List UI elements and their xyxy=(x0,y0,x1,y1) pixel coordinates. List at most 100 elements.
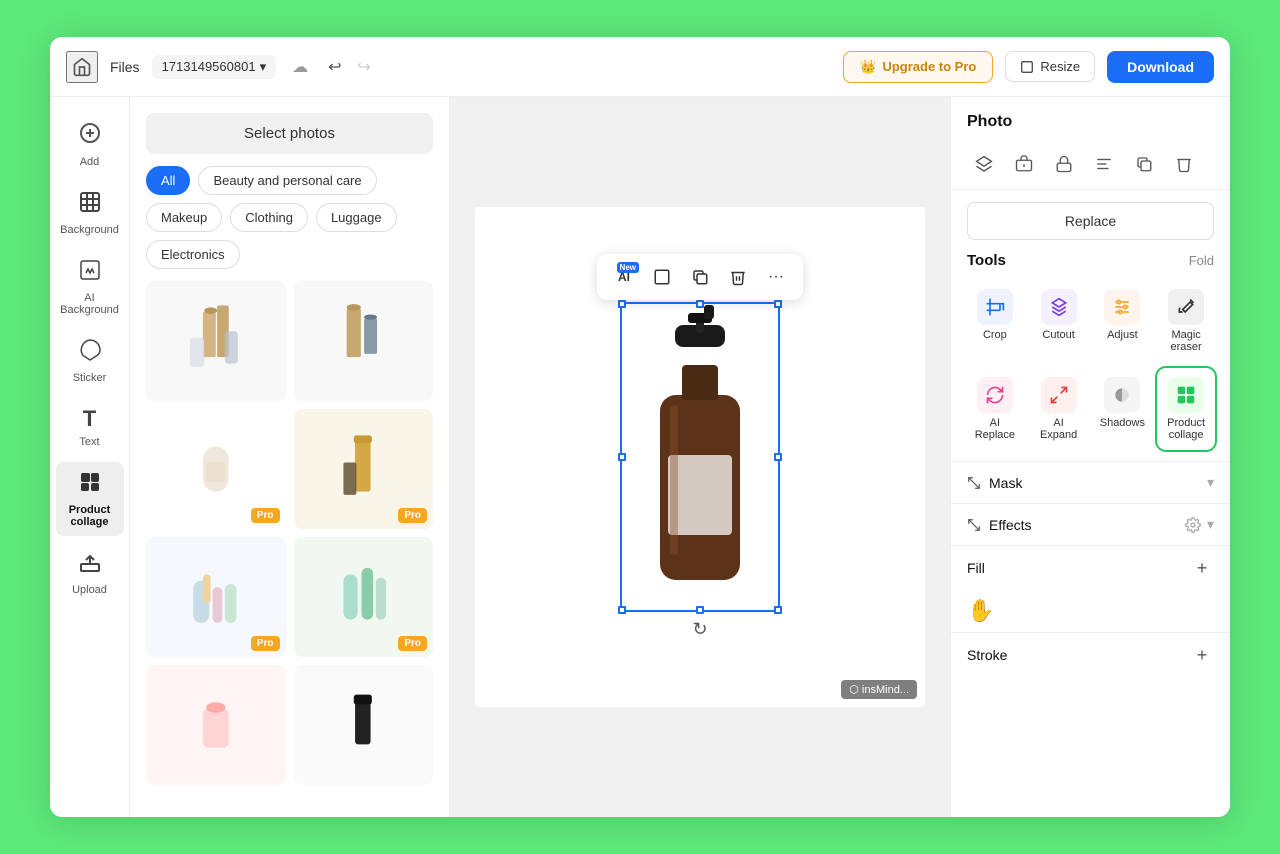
tool-ai-expand[interactable]: AI Expand xyxy=(1031,369,1087,449)
photo-panel: Select photos All Beauty and personal ca… xyxy=(130,97,450,817)
sidebar-item-add[interactable]: Add xyxy=(56,113,124,176)
product-bottle xyxy=(630,305,770,605)
effects-settings-icon xyxy=(1185,517,1201,533)
tool-shadows[interactable]: Shadows xyxy=(1095,369,1151,449)
select-photos-button[interactable]: Select photos xyxy=(146,113,433,154)
sidebar-item-ai-background[interactable]: AI Background xyxy=(56,250,124,324)
cutout-icon xyxy=(1041,289,1077,325)
right-panel-title: Photo xyxy=(951,97,1230,139)
mask-chevron: ▾ xyxy=(1207,474,1214,491)
frame-button[interactable] xyxy=(645,260,679,294)
product-collage-icon xyxy=(78,470,102,500)
sidebar-item-label: Text xyxy=(79,436,99,448)
fold-button[interactable]: Fold xyxy=(1189,253,1214,268)
fill-row[interactable]: Fill + xyxy=(951,545,1230,590)
undo-button[interactable]: ↩ xyxy=(324,53,345,81)
upgrade-button[interactable]: 👑 Upgrade to Pro xyxy=(843,51,993,83)
sidebar-item-background[interactable]: Background xyxy=(56,182,124,244)
files-label[interactable]: Files xyxy=(110,59,140,75)
sidebar-item-product-collage[interactable]: Product collage xyxy=(56,462,124,536)
rotate-handle[interactable]: ↻ xyxy=(692,619,707,640)
upload-icon xyxy=(78,550,102,580)
filter-clothing[interactable]: Clothing xyxy=(230,203,308,232)
tool-adjust[interactable]: Adjust xyxy=(1095,281,1151,361)
photo-item[interactable] xyxy=(146,665,286,785)
handle-tl[interactable] xyxy=(618,300,626,308)
filter-electronics[interactable]: Electronics xyxy=(146,240,240,269)
canvas-area[interactable]: AI New xyxy=(450,97,950,817)
hand-icon: ✋ xyxy=(967,598,994,623)
sidebar-item-label: Product collage xyxy=(64,504,116,528)
duplicate-button[interactable] xyxy=(683,260,717,294)
photo-item[interactable]: Pro xyxy=(294,537,434,657)
sidebar-item-label: Sticker xyxy=(73,372,107,384)
left-sidebar: Add Background xyxy=(50,97,130,817)
effects-section[interactable]: Effects ▾ xyxy=(951,503,1230,545)
mask-section[interactable]: Mask ▾ xyxy=(951,461,1230,503)
category-filters: All Beauty and personal care Makeup Clot… xyxy=(146,166,433,269)
replace-button[interactable]: Replace xyxy=(967,202,1214,240)
smart-button[interactable] xyxy=(1007,147,1041,181)
effects-icon xyxy=(967,518,981,532)
filter-all[interactable]: All xyxy=(146,166,190,195)
sticker-icon xyxy=(78,338,102,368)
sidebar-item-label: Add xyxy=(80,156,100,168)
tool-ai-replace[interactable]: AI Replace xyxy=(967,369,1023,449)
floating-toolbar: AI New xyxy=(597,254,803,300)
tools-label: Tools xyxy=(967,252,1006,269)
right-panel: Photo xyxy=(950,97,1230,817)
tool-crop[interactable]: Crop xyxy=(967,281,1023,361)
filter-beauty[interactable]: Beauty and personal care xyxy=(198,166,376,195)
photo-grid: Pro Pro xyxy=(146,281,433,785)
photo-item[interactable]: Pro xyxy=(146,409,286,529)
sidebar-item-label: Upload xyxy=(72,584,107,596)
handle-lm[interactable] xyxy=(618,453,626,461)
header: Files 1713149560801 ▾ ☁ ↩ ↪ 👑 Upgrade to… xyxy=(50,37,1230,97)
more-button[interactable]: ··· xyxy=(759,260,793,294)
sidebar-item-upload[interactable]: Upload xyxy=(56,542,124,604)
download-button[interactable]: Download xyxy=(1107,51,1214,83)
sidebar-item-label: AI Background xyxy=(60,292,119,316)
handle-bm[interactable] xyxy=(696,606,704,614)
lock-button[interactable] xyxy=(1047,147,1081,181)
filter-luggage[interactable]: Luggage xyxy=(316,203,397,232)
layers-button[interactable] xyxy=(967,147,1001,181)
handle-tr[interactable] xyxy=(774,300,782,308)
photo-item[interactable]: Pro xyxy=(294,409,434,529)
filename-display[interactable]: 1713149560801 ▾ xyxy=(152,55,277,79)
crown-icon: 👑 xyxy=(860,59,876,75)
watermark: ⬡ insMind... xyxy=(841,680,917,699)
ai-tool-button[interactable]: AI New xyxy=(607,260,641,294)
handle-rm[interactable] xyxy=(774,453,782,461)
photo-item[interactable] xyxy=(294,281,434,401)
cloud-icon[interactable]: ☁ xyxy=(292,57,308,77)
stroke-label: Stroke xyxy=(967,647,1007,663)
background-icon xyxy=(78,190,102,220)
sidebar-item-label: Background xyxy=(60,224,119,236)
tool-magic-eraser[interactable]: Magic eraser xyxy=(1158,281,1214,361)
adjust-icon xyxy=(1104,289,1140,325)
tool-product-collage[interactable]: Product collage xyxy=(1158,369,1214,449)
icon-toolbar xyxy=(951,139,1230,190)
copy-button[interactable] xyxy=(1127,147,1161,181)
photo-item[interactable] xyxy=(146,281,286,401)
handle-br[interactable] xyxy=(774,606,782,614)
photo-item[interactable]: Pro xyxy=(146,537,286,657)
delete-button[interactable] xyxy=(721,260,755,294)
fill-add-button[interactable]: + xyxy=(1190,556,1214,580)
tool-cutout[interactable]: Cutout xyxy=(1031,281,1087,361)
align-button[interactable] xyxy=(1087,147,1121,181)
filter-makeup[interactable]: Makeup xyxy=(146,203,222,232)
redo-button[interactable]: ↪ xyxy=(354,53,375,81)
handle-bl[interactable] xyxy=(618,606,626,614)
stroke-row[interactable]: Stroke + xyxy=(951,632,1230,677)
stroke-add-button[interactable]: + xyxy=(1190,643,1214,667)
cursor-area: ✋ xyxy=(951,590,1230,632)
trash-button[interactable] xyxy=(1167,147,1201,181)
photo-item[interactable] xyxy=(294,665,434,785)
ai-replace-icon xyxy=(977,377,1013,413)
sidebar-item-text[interactable]: T Text xyxy=(56,398,124,456)
sidebar-item-sticker[interactable]: Sticker xyxy=(56,330,124,392)
resize-button[interactable]: Resize xyxy=(1005,51,1095,82)
home-button[interactable] xyxy=(66,51,98,83)
